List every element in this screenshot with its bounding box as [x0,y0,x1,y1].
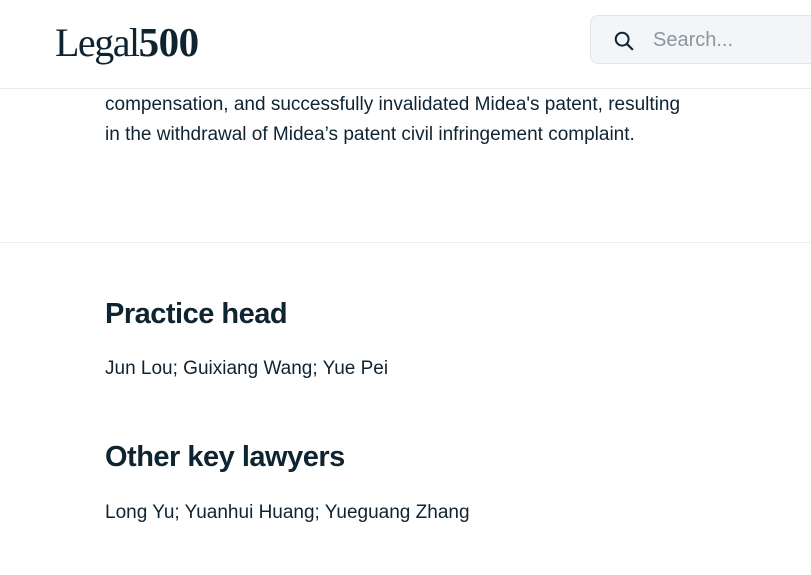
logo-word: Legal [55,20,140,65]
section-divider [0,242,811,243]
logo-number: 500 [138,19,200,65]
practice-head-heading: Practice head [105,298,288,330]
search-input[interactable] [651,24,811,56]
search-icon[interactable] [613,30,635,52]
other-key-lawyers-names: Long Yu; Yuanhui Huang; Yueguang Zhang [105,502,470,523]
site-header: Legal 500 [0,0,811,89]
legal500-logo[interactable]: Legal 500 [55,18,199,66]
intro-paragraph: compensation, and successfully invalidat… [105,94,681,145]
search-box[interactable] [590,15,811,64]
other-key-lawyers-heading: Other key lawyers [105,441,345,473]
practice-head-names: Jun Lou; Guixiang Wang; Yue Pei [105,358,389,379]
